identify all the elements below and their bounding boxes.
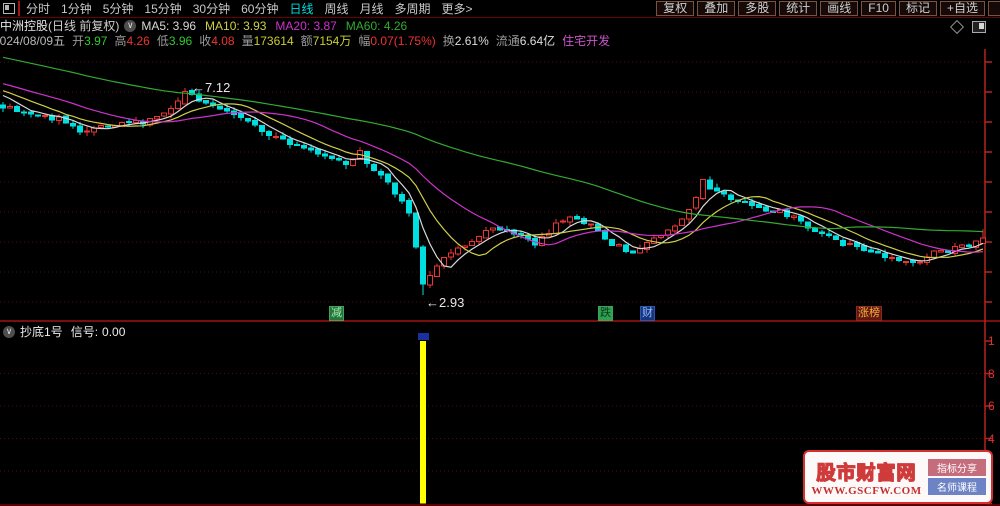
quote-field: 低3.96 [157, 32, 192, 49]
watermark-badges: 指标分享 名师课程 [928, 458, 986, 496]
stock-info-row: 中洲控股 (日线 前复权) ∨ MA5: 3.96 MA10: 3.93 MA20:… [0, 18, 1000, 34]
toolbar-button-F10[interactable]: F10 [861, 1, 896, 16]
period-tabs: 分时 1分钟 5分钟 15分钟 30分钟 60分钟 日线 周线 月线 多周期 更多> [26, 0, 484, 17]
period-tab-周线[interactable]: 周线 [324, 0, 348, 17]
quote-field-value: 7154万 [312, 34, 352, 48]
quote-date: 2024/08/09五 [0, 34, 66, 48]
panel-axis-label: 4 [988, 431, 995, 446]
event-badge-涨榜[interactable]: 涨榜 [856, 306, 882, 321]
period-tab-更多>[interactable]: 更多> [442, 0, 473, 17]
watermark-box: 股市财富网 WWW.GSCFW.COM 指标分享名师课程 [803, 450, 993, 504]
period-tab-30分钟[interactable]: 30分钟 [193, 0, 230, 17]
chart-corner-icons [949, 19, 986, 35]
watermark-badge[interactable]: 指标分享 [928, 459, 986, 476]
quote-field: 量173614 [242, 32, 294, 49]
signal-value: 0.00 [102, 324, 126, 339]
toolbar-button-多股[interactable]: 多股 [738, 1, 777, 16]
indicator-chevron-icon[interactable]: ∨ [3, 325, 15, 338]
toolbar-buttons: 复权 叠加 多股 统计 画线 F10 标记 +自选 [653, 1, 1000, 16]
quote-field-label: 开 [72, 34, 85, 48]
period-tab-60分钟[interactable]: 60分钟 [241, 0, 278, 17]
quote-field-label: 换 [442, 34, 455, 48]
toolbar-button-+自选[interactable]: +自选 [939, 1, 985, 16]
quote-field-value: 173614 [253, 34, 294, 48]
diamond-icon[interactable] [949, 19, 965, 35]
toolbar-button-统计[interactable]: 统计 [779, 1, 818, 16]
ma-legend-item: MA60: 4.26 [345, 18, 408, 33]
quote-field-value: 2.61% [454, 34, 489, 48]
price-annotation: ←7.12 [192, 80, 231, 95]
toolbar-button-复权[interactable]: 复权 [656, 1, 695, 16]
quote-field-value: 3.97 [84, 34, 108, 48]
quote-field-label: 额 [300, 34, 313, 48]
ma-legend-item: MA5: 3.96 [141, 18, 197, 33]
quote-field-value: 3.96 [168, 34, 193, 48]
quote-row: 2024/08/09五 开3.97 高4.26 低3.96 收4.08 量173614 额… [0, 33, 1000, 48]
watermark-url[interactable]: WWW.GSCFW.COM [805, 485, 928, 497]
period-tab-分时[interactable]: 分时 [26, 0, 50, 17]
quote-field: 额7154万 [301, 32, 352, 49]
toolbar-button-partial[interactable] [988, 1, 1000, 16]
period-tab-15分钟[interactable]: 15分钟 [144, 0, 181, 17]
event-badge-减[interactable]: 减 [329, 306, 344, 321]
toolbar-button-画线[interactable]: 画线 [820, 1, 859, 16]
ma-legend: MA5: 3.96 MA10: 3.93 MA20: 3.87 MA60: 4.26 [141, 19, 416, 33]
panel-axis-label: 6 [988, 399, 995, 413]
chevron-down-icon[interactable]: ∨ [124, 19, 137, 32]
period-tab-日线[interactable]: 日线 [289, 0, 313, 17]
quote-field-label: 高 [114, 34, 127, 48]
toolbar: 分时 1分钟 5分钟 15分钟 30分钟 60分钟 日线 周线 月线 多周期 更多> 复权 叠加 多股统… [0, 0, 1000, 18]
toolbar-separator [18, 1, 20, 16]
signal-label: 信号: [70, 325, 99, 339]
event-badge-跌[interactable]: 跌 [598, 306, 613, 321]
ma-legend-item: MA20: 3.87 [275, 18, 337, 33]
quote-field: 流通6.64亿 [496, 32, 555, 49]
quote-field: 幅0.07(1.75%) [358, 32, 435, 49]
watermark-title: 股市财富网 [816, 462, 917, 484]
quote-field-label: 低 [156, 34, 169, 48]
candlestick-chart[interactable] [0, 0, 1000, 506]
quote-field: 高4.26 [114, 32, 149, 49]
event-badge-财[interactable]: 财 [640, 306, 655, 321]
window-restore-icon[interactable] [3, 3, 15, 14]
quote-field-value: 6.64亿 [519, 34, 556, 48]
indicator-header: ∨ 抄底1号 信号: 0.00 [3, 323, 125, 340]
layout-icon[interactable] [972, 21, 986, 33]
toolbar-button-标记[interactable]: 标记 [898, 1, 937, 16]
panel-axis-label: 1 [988, 334, 995, 348]
quote-field: 换2.61% [443, 32, 489, 49]
quote-field-value: 0.07(1.75%) [370, 34, 436, 48]
toolbar-button-叠加[interactable]: 叠加 [697, 1, 736, 16]
period-tab-5分钟[interactable]: 5分钟 [103, 0, 134, 17]
period-tab-1分钟[interactable]: 1分钟 [61, 0, 92, 17]
tdx-window: 分时 1分钟 5分钟 15分钟 30分钟 60分钟 日线 周线 月线 多周期 更多> 复权 叠加 多股统… [0, 0, 1000, 506]
price-annotation: ←2.93 [426, 295, 465, 310]
quote-field: 收4.08 [199, 32, 234, 49]
quote-field-value: 4.26 [126, 34, 150, 48]
quote-field: 住宅开发 [562, 32, 610, 49]
indicator-title[interactable]: 抄底1号 [20, 323, 63, 340]
quote-field-label: 量 [241, 34, 254, 48]
period-tab-月线[interactable]: 月线 [360, 0, 384, 17]
watermark-text: 股市财富网 WWW.GSCFW.COM [805, 458, 928, 497]
ma-legend-item: MA10: 3.93 [205, 18, 267, 33]
period-tab-多周期[interactable]: 多周期 [395, 0, 431, 17]
quote-field-label: 收 [199, 34, 212, 48]
panel-axis-label: 8 [988, 366, 995, 381]
quote-field-label: 流通 [495, 34, 520, 48]
quote-field-value: 住宅开发 [562, 34, 611, 48]
quote-field-value: 4.08 [211, 34, 235, 48]
quote-field-label: 幅 [358, 34, 371, 48]
watermark-badge[interactable]: 名师课程 [928, 478, 986, 495]
quote-field: 开3.97 [72, 32, 107, 49]
